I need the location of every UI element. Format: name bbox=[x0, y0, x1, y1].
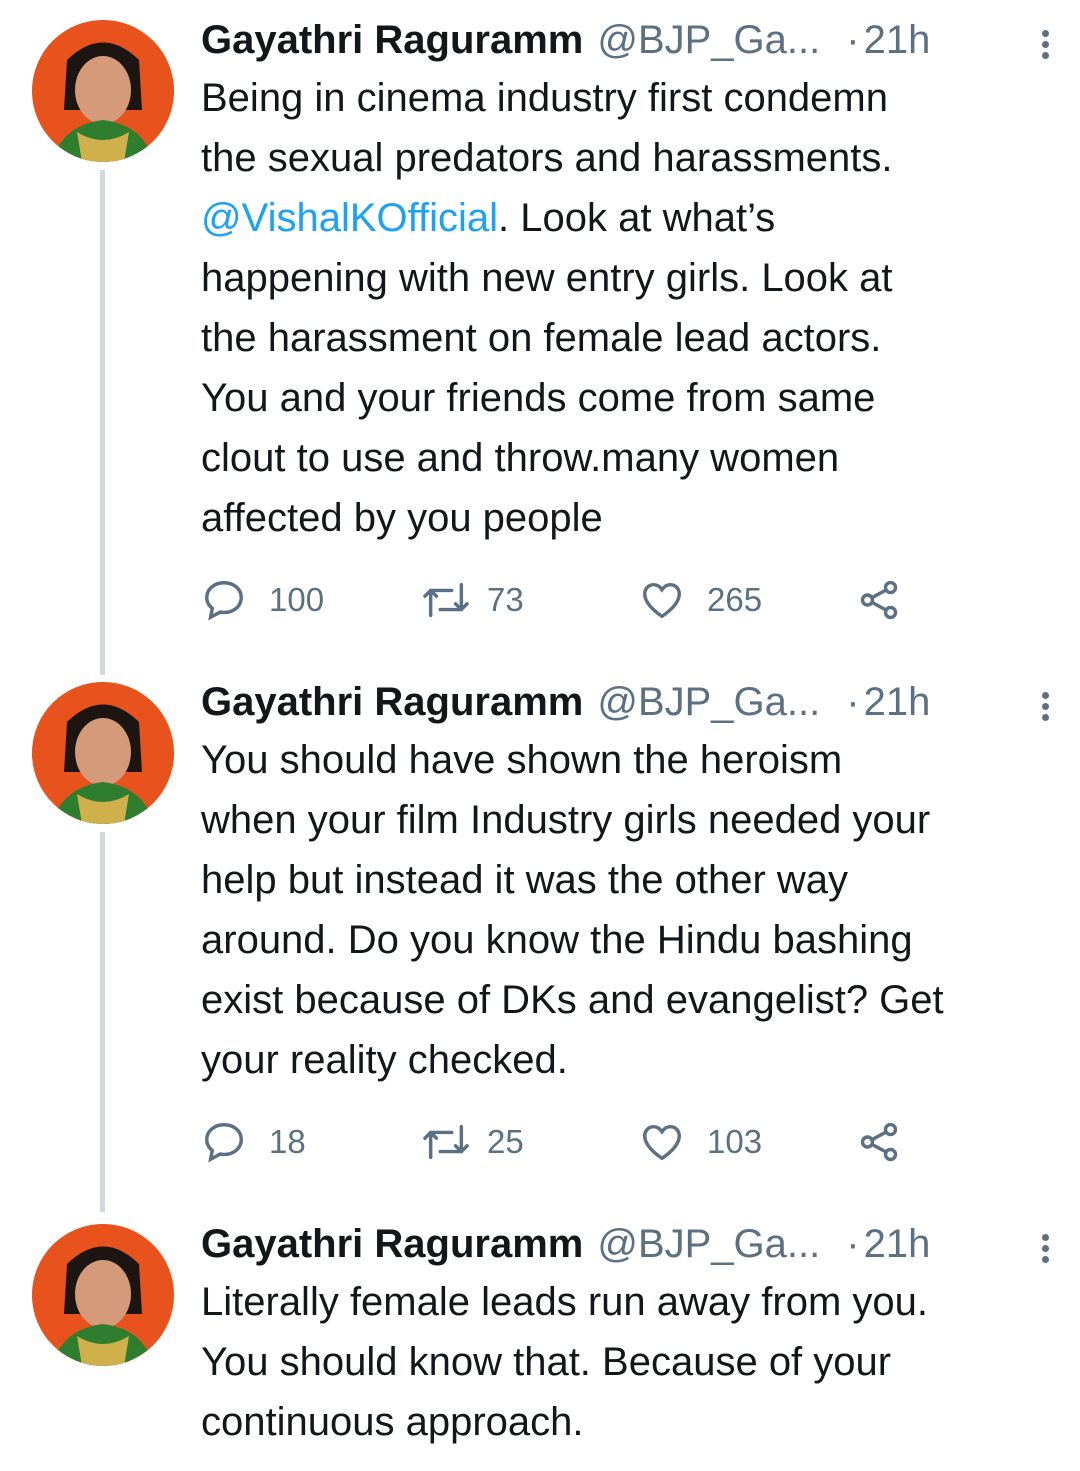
tweet-actions: 100 73 265 bbox=[201, 575, 921, 625]
avatar[interactable] bbox=[32, 682, 174, 824]
author-handle[interactable]: @BJP_Ga... bbox=[597, 680, 820, 724]
timestamp[interactable]: 21h bbox=[864, 1222, 931, 1266]
retweet-icon bbox=[423, 1124, 469, 1160]
reply-icon bbox=[205, 581, 243, 621]
avatar[interactable] bbox=[32, 20, 174, 162]
more-icon[interactable] bbox=[1039, 30, 1051, 62]
timestamp[interactable]: 21h bbox=[864, 680, 931, 724]
tweet-text-part: . Look at what’s happening with new entr… bbox=[201, 196, 893, 540]
author-name[interactable]: Gayathri Raguramm bbox=[201, 18, 583, 62]
like-icon bbox=[643, 582, 681, 619]
tweet[interactable]: Gayathri Raguramm @BJP_Ga... · 21h Literall… bbox=[0, 1204, 1080, 1471]
author-handle[interactable]: @BJP_Ga... bbox=[597, 1222, 820, 1266]
tweet[interactable]: Gayathri Raguramm @BJP_Ga... · 21h You shou… bbox=[0, 662, 1080, 1212]
share-icon bbox=[860, 1122, 898, 1162]
author-handle[interactable]: @BJP_Ga... bbox=[597, 18, 820, 62]
thread-line bbox=[100, 832, 105, 1212]
tweet[interactable]: Gayathri Raguramm @BJP_Ga... · 21h Being in… bbox=[0, 0, 1080, 675]
retweet-button[interactable]: 25 bbox=[419, 1117, 524, 1167]
reply-button[interactable]: 100 bbox=[201, 575, 324, 625]
author-name[interactable]: Gayathri Raguramm bbox=[201, 680, 583, 724]
reply-count: 100 bbox=[269, 581, 325, 618]
thread-line bbox=[100, 170, 105, 675]
tweet-text-part: Being in cinema industry first condemn t… bbox=[201, 76, 893, 180]
reply-count: 18 bbox=[269, 1123, 306, 1160]
like-icon bbox=[643, 1124, 681, 1161]
tweet-actions: 18 25 103 bbox=[201, 1117, 921, 1167]
retweet-count: 73 bbox=[487, 581, 524, 618]
tweet-text: Being in cinema industry first condemn t… bbox=[201, 68, 1051, 548]
tweet-text: Literally female leads run away from you… bbox=[201, 1280, 928, 1444]
tweet-header: Gayathri Raguramm @BJP_Ga... · 21h bbox=[201, 680, 1051, 728]
share-icon bbox=[860, 580, 898, 620]
separator-dot: · bbox=[846, 680, 860, 724]
share-button[interactable] bbox=[856, 1117, 924, 1167]
retweet-count: 25 bbox=[487, 1123, 524, 1160]
like-button[interactable]: 265 bbox=[639, 575, 762, 625]
like-count: 103 bbox=[707, 1123, 763, 1160]
tweet-header: Gayathri Raguramm @BJP_Ga... · 21h bbox=[201, 1222, 1051, 1270]
separator-dot: · bbox=[846, 1222, 860, 1266]
tweet-text: You should have shown the heroism when y… bbox=[201, 738, 944, 1082]
author-name[interactable]: Gayathri Raguramm bbox=[201, 1222, 583, 1266]
like-button[interactable]: 103 bbox=[639, 1117, 762, 1167]
separator-dot: · bbox=[846, 18, 860, 62]
mention-link[interactable]: @VishalKOfficial bbox=[201, 196, 498, 240]
retweet-icon bbox=[423, 582, 469, 618]
more-icon[interactable] bbox=[1039, 692, 1051, 724]
more-icon[interactable] bbox=[1039, 1234, 1051, 1266]
avatar[interactable] bbox=[32, 1224, 174, 1366]
reply-button[interactable]: 18 bbox=[201, 1117, 306, 1167]
share-button[interactable] bbox=[856, 575, 924, 625]
retweet-button[interactable]: 73 bbox=[419, 575, 524, 625]
like-count: 265 bbox=[707, 581, 763, 618]
tweet-header: Gayathri Raguramm @BJP_Ga... · 21h bbox=[201, 18, 1051, 66]
timestamp[interactable]: 21h bbox=[864, 18, 931, 62]
reply-icon bbox=[205, 1123, 243, 1163]
